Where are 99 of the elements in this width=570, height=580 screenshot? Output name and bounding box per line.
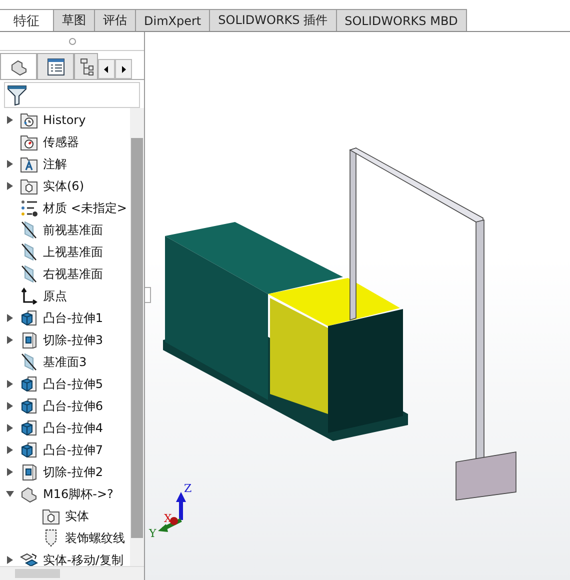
plane-icon — [20, 221, 38, 239]
tree-item[interactable]: 上视基准面 — [0, 241, 130, 263]
tree-item[interactable]: 基准面3 — [0, 351, 130, 373]
tree-item-label: 实体(6) — [43, 178, 84, 194]
tree-item-label: 材质 <未指定> — [43, 200, 127, 216]
history-folder-icon — [20, 111, 38, 129]
expand-arrow-icon[interactable] — [7, 182, 13, 190]
extrude-boss-icon — [20, 397, 38, 415]
tree-item[interactable]: 实体(6) — [0, 175, 130, 197]
tree-item[interactable]: 凸台-拉伸1 — [0, 307, 130, 329]
tree-item-label: 凸台-拉伸5 — [43, 376, 103, 392]
tree-item-label: 切除-拉伸3 — [43, 332, 103, 348]
gauge-folder-icon — [20, 133, 38, 151]
tree-item-label: 凸台-拉伸1 — [43, 310, 103, 326]
tree-item[interactable]: History — [0, 109, 130, 131]
vertical-scrollbar[interactable] — [130, 108, 144, 566]
extrude-boss-icon — [20, 309, 38, 327]
horizontal-scrollbar[interactable] — [0, 566, 144, 580]
tree-item-label: 凸台-拉伸7 — [43, 442, 103, 458]
tree-item[interactable]: 实体 — [0, 505, 130, 527]
plane-icon — [20, 353, 38, 371]
expand-arrow-icon[interactable] — [7, 336, 13, 344]
material-icon — [20, 199, 38, 217]
expand-arrow-icon[interactable] — [7, 468, 13, 476]
tree-item[interactable]: M16脚杯->? — [0, 483, 130, 505]
tree-item[interactable]: 注解 — [0, 153, 130, 175]
tree-item[interactable]: 装饰螺纹线 — [0, 527, 130, 549]
tree-item-label: 传感器 — [43, 134, 79, 150]
tree-item-label: 上视基准面 — [43, 244, 103, 260]
tab[interactable]: DimXpert — [136, 9, 210, 31]
expand-arrow-icon[interactable] — [7, 116, 13, 124]
extrude-boss-icon — [20, 441, 38, 459]
tree-item[interactable]: 切除-拉伸2 — [0, 461, 130, 483]
tab[interactable]: 特征 — [0, 9, 54, 31]
grip-handle[interactable] — [68, 38, 76, 44]
tree-item[interactable]: 凸台-拉伸6 — [0, 395, 130, 417]
tree-item-label: 装饰螺纹线 — [65, 530, 125, 546]
tree-item-label: 实体-移动/复制 — [43, 552, 124, 566]
tree-item-label: M16脚杯->? — [43, 486, 114, 502]
tree-item-label: 原点 — [43, 288, 67, 304]
cube-folder-icon — [20, 177, 38, 195]
origin-icon — [20, 287, 38, 305]
tree-item-label: 切除-拉伸2 — [43, 464, 103, 480]
tree-item[interactable]: 凸台-拉伸5 — [0, 373, 130, 395]
expand-arrow-icon[interactable] — [7, 380, 13, 388]
scroll-left-button[interactable] — [98, 59, 115, 79]
tab[interactable]: SOLIDWORKS 插件 — [210, 9, 337, 31]
tab[interactable]: SOLIDWORKS MBD — [336, 9, 467, 31]
expand-arrow-icon[interactable] — [7, 160, 13, 168]
extrude-boss-icon — [20, 375, 38, 393]
axis-triad — [158, 492, 186, 532]
cube-folder-icon — [42, 507, 60, 525]
tree-item[interactable]: 前视基准面 — [0, 219, 130, 241]
tree-item[interactable]: 凸台-拉伸7 — [0, 439, 130, 461]
expand-arrow-icon[interactable] — [7, 314, 13, 322]
tree-item-label: 凸台-拉伸4 — [43, 420, 103, 436]
expand-arrow-icon[interactable] — [7, 402, 13, 410]
letter-folder-icon — [20, 155, 38, 173]
collapse-handle[interactable] — [145, 287, 151, 303]
tab[interactable]: 评估 — [95, 9, 136, 31]
tab[interactable]: 草图 — [54, 9, 95, 31]
left-arrow-icon — [104, 66, 109, 72]
tree-item[interactable]: 实体-移动/复制 — [0, 549, 130, 566]
extrude-cut-icon — [20, 331, 38, 349]
list-icon — [46, 58, 64, 76]
filter-icon[interactable] — [7, 84, 27, 106]
tree-item[interactable]: 传感器 — [0, 131, 130, 153]
axis-label: Y — [149, 527, 156, 540]
axis-label: X — [164, 512, 172, 525]
plane-icon — [20, 243, 38, 261]
right-arrow-icon — [121, 66, 126, 72]
tree-item[interactable]: 切除-拉伸3 — [0, 329, 130, 351]
scroll-right-button[interactable] — [115, 59, 132, 79]
expand-arrow-icon[interactable] — [7, 446, 13, 454]
tree-item[interactable]: 原点 — [0, 285, 130, 307]
tree-item-label: 右视基准面 — [43, 266, 103, 282]
tree-item[interactable]: 凸台-拉伸4 — [0, 417, 130, 439]
tree-structure-icon — [80, 58, 94, 76]
extrude-cut-icon — [20, 463, 38, 481]
expand-arrow-icon[interactable] — [7, 424, 13, 432]
tree-item[interactable]: 材质 <未指定> — [0, 197, 130, 219]
tree-item-label: 基准面3 — [43, 354, 87, 370]
part-icon — [8, 58, 28, 76]
move-copy-icon — [20, 551, 38, 566]
tree-item-label: History — [43, 113, 86, 127]
axis-label: Z — [184, 482, 192, 495]
part-icon — [20, 485, 38, 503]
tree-item-label: 注解 — [43, 156, 67, 172]
plane-icon — [20, 265, 38, 283]
expand-arrow-icon[interactable] — [7, 556, 13, 564]
panel-tab[interactable] — [0, 53, 37, 79]
collapse-arrow-icon[interactable] — [6, 491, 14, 497]
panel-tab[interactable] — [37, 53, 74, 79]
tree-item-label: 前视基准面 — [43, 222, 103, 238]
panel-tab[interactable] — [74, 53, 98, 79]
tree-item-label: 实体 — [65, 508, 89, 524]
extrude-boss-icon — [20, 419, 38, 437]
tree-item[interactable]: 右视基准面 — [0, 263, 130, 285]
tree-item-label: 凸台-拉伸6 — [43, 398, 103, 414]
